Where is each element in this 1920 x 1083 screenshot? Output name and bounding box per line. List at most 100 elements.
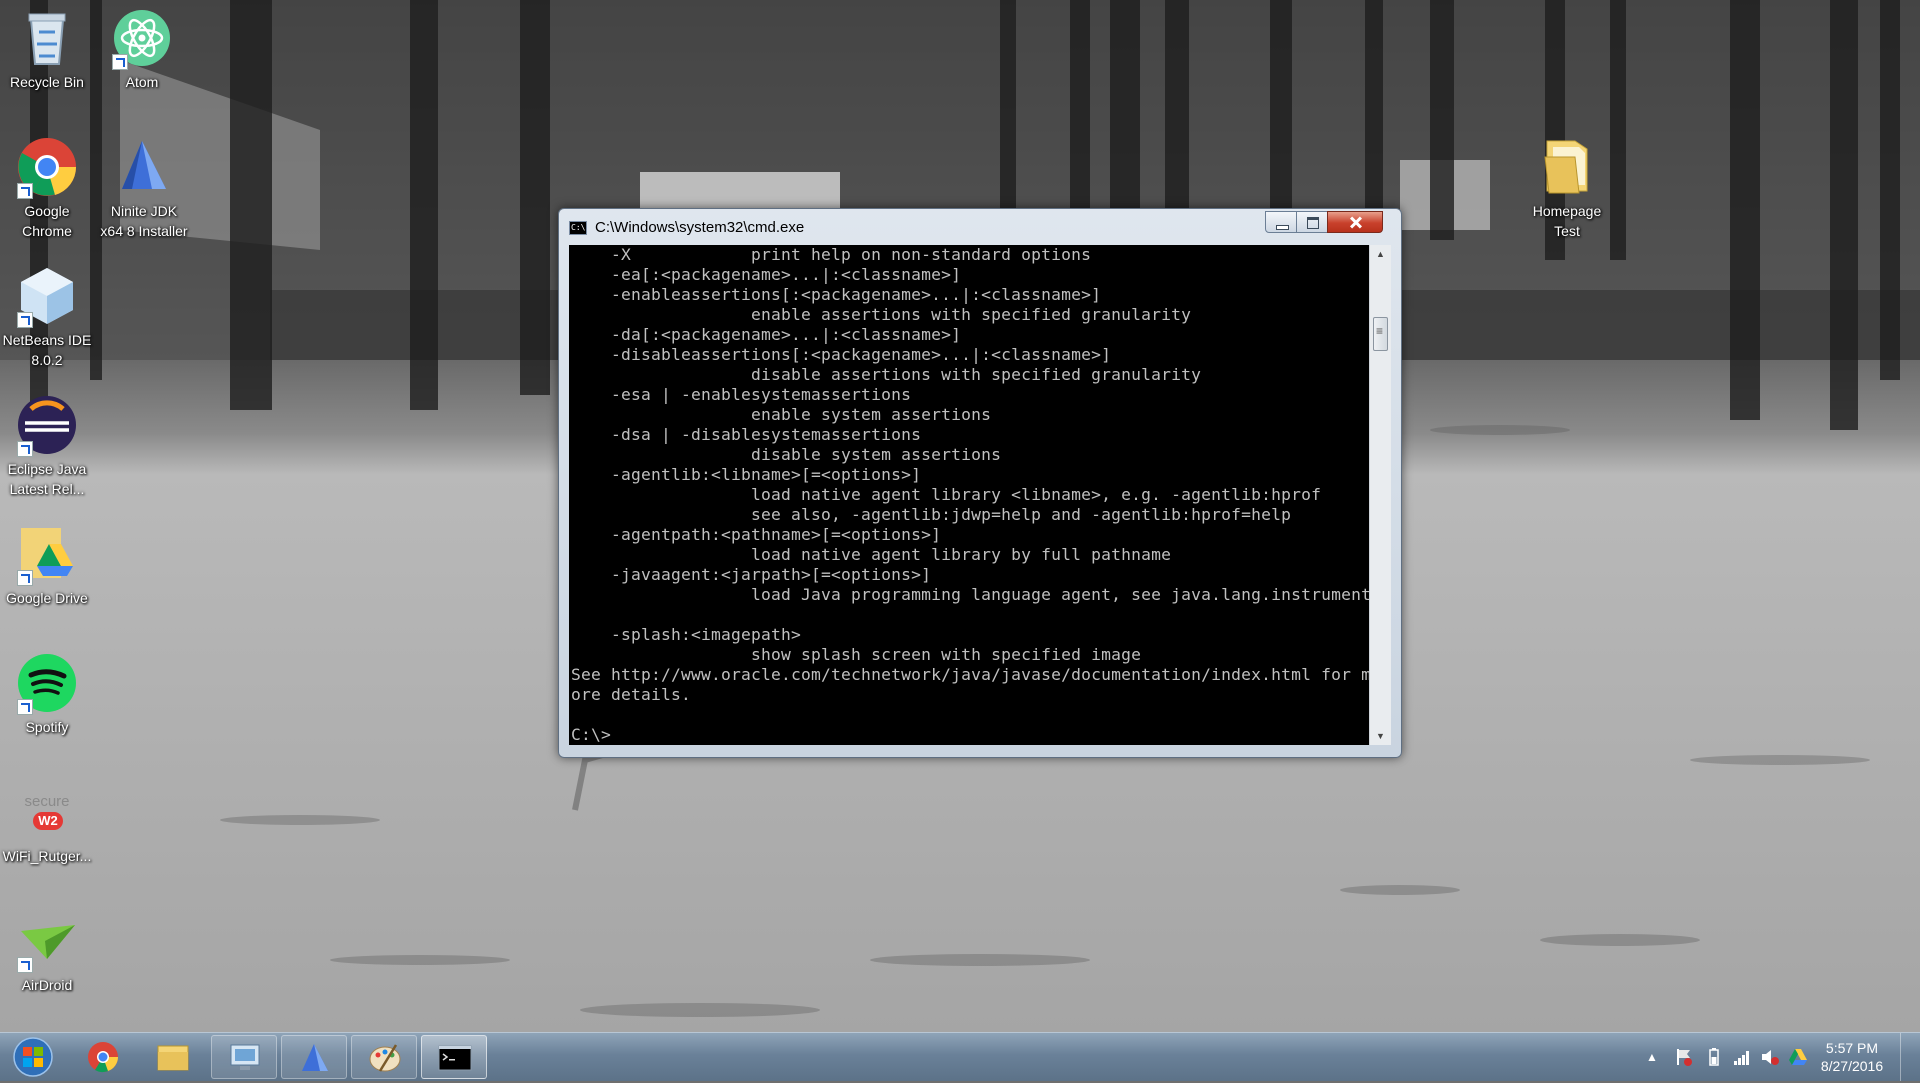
console-output[interactable]: -X print help on non-standard options -e… [569, 245, 1369, 745]
console-line: load native agent library by full pathna… [571, 545, 1172, 564]
desktop-icon-label: Spotify [25, 719, 69, 735]
console-line: see also, -agentlib:jdwp=help and -agent… [571, 505, 1292, 524]
taskbar-chrome[interactable] [70, 1035, 136, 1079]
recycle-bin-icon [15, 6, 79, 70]
desktop-icon-google-drive[interactable]: Google Drive [0, 522, 95, 608]
console-line: -disableassertions[:<packagename>...|:<c… [571, 345, 1112, 364]
desktop-icon-label: Atom [125, 74, 159, 90]
eclipse-icon [15, 393, 79, 457]
network-signal-icon[interactable] [1732, 1047, 1752, 1067]
show-hidden-icons-chevron-icon[interactable]: ▲ [1642, 1047, 1662, 1067]
cmd-window[interactable]: C:\ C:\Windows\system32\cmd.exe -X print… [558, 208, 1402, 758]
chrome-icon [88, 1042, 118, 1073]
console-line: enable assertions with specified granula… [571, 305, 1192, 324]
taskbar-ninite[interactable] [281, 1035, 347, 1079]
ninite-icon [302, 1044, 328, 1071]
vertical-scrollbar[interactable]: ▲ ▼ [1369, 245, 1391, 745]
console-line: See http://www.oracle.com/technetwork/ja… [571, 665, 1369, 684]
cmd-icon [438, 1045, 472, 1071]
secure-w2-logo-text: secure [24, 793, 70, 810]
secure-w2-logo-icon: secure W2 [15, 780, 79, 844]
desktop-icon-spotify[interactable]: Spotify [0, 651, 95, 737]
desktop-icon-label: Homepage Test [1532, 203, 1602, 239]
chrome-icon [15, 135, 79, 199]
shortcut-arrow-icon [17, 957, 33, 973]
secure-w2-badge: W2 [33, 812, 63, 830]
taskbar-paint[interactable] [351, 1035, 417, 1079]
console-line: -agentpath:<pathname>[=<options>] [571, 525, 942, 544]
desktop-icon-ninite-jdk[interactable]: Ninite JDK x64 8 Installer [94, 135, 194, 241]
taskbar-file-explorer[interactable] [140, 1035, 206, 1079]
desktop-icon-netbeans[interactable]: NetBeans IDE 8.0.2 [0, 264, 95, 370]
scrollbar-thumb[interactable] [1373, 317, 1388, 351]
desktop-icon-label: Ninite JDK x64 8 Installer [100, 203, 188, 239]
clock-date: 8/27/2016 [1820, 1058, 1884, 1074]
atom-icon [110, 6, 174, 70]
console-line: -javaagent:<jarpath>[=<options>] [571, 565, 932, 584]
ninite-icon [112, 135, 176, 199]
console-line: enable system assertions [571, 405, 992, 424]
battery-icon[interactable] [1704, 1047, 1724, 1067]
close-button[interactable] [1327, 211, 1383, 233]
console-line: disable assertions with specified granul… [571, 365, 1202, 384]
netbeans-icon [15, 264, 79, 328]
taskbar: ▲ 5:57 PM 8/27/2016 [0, 1032, 1920, 1081]
window-titlebar[interactable]: C:\ C:\Windows\system32\cmd.exe [559, 209, 1401, 245]
action-center-flag-icon[interactable] [1674, 1047, 1694, 1067]
console-text: -X print help on non-standard options -e… [569, 245, 1369, 745]
folder-icon [1535, 135, 1599, 199]
desktop-icon-eclipse[interactable]: Eclipse Java Latest Rel... [0, 393, 95, 499]
console-line: -enableassertions[:<packagename>...|:<cl… [571, 285, 1102, 304]
desktop-icon-airdroid[interactable]: AirDroid [0, 909, 95, 995]
console-line: disable system assertions [571, 445, 1002, 464]
window-title: C:\Windows\system32\cmd.exe [595, 219, 805, 236]
google-drive-tray-icon[interactable] [1788, 1047, 1808, 1067]
minimize-button[interactable] [1265, 211, 1297, 233]
show-desktop-button[interactable] [1900, 1033, 1920, 1081]
control-panel-icon [230, 1044, 260, 1070]
scroll-down-arrow-icon[interactable]: ▼ [1370, 727, 1391, 745]
airdroid-icon [15, 909, 79, 973]
taskbar-cmd[interactable] [421, 1035, 487, 1079]
paint-palette-icon [369, 1044, 401, 1072]
console-line: C:\> [571, 725, 612, 744]
console-line: show splash screen with specified image [571, 645, 1142, 664]
volume-muted-icon[interactable] [1760, 1047, 1780, 1067]
spotify-icon [15, 651, 79, 715]
console-line: -ea[:<packagename>...|:<classname>] [571, 265, 962, 284]
desktop-icon-google-chrome[interactable]: Google Chrome [0, 135, 95, 241]
desktop-icon-homepage-test[interactable]: Homepage Test [1519, 135, 1615, 241]
windows-orb-icon [13, 1037, 53, 1077]
console-line: load native agent library <libname>, e.g… [571, 485, 1322, 504]
taskbar-clock[interactable]: 5:57 PM 8/27/2016 [1814, 1039, 1890, 1075]
desktop-icon-recycle-bin[interactable]: Recycle Bin [0, 6, 95, 92]
desktop-icon-wifi-rutgers[interactable]: secure W2 WiFi_Rutger... [0, 780, 95, 866]
console-line: load Java programming language agent, se… [571, 585, 1369, 604]
console-line: -X print help on non-standard options [571, 245, 1092, 264]
taskbar-control-panel[interactable] [211, 1035, 277, 1079]
desktop-icon-label: Google Chrome [22, 203, 72, 239]
shortcut-arrow-icon [17, 570, 33, 586]
scroll-up-arrow-icon[interactable]: ▲ [1370, 245, 1391, 263]
console-line: -da[:<packagename>...|:<classname>] [571, 325, 962, 344]
folder-icon [157, 1045, 189, 1071]
shortcut-arrow-icon [17, 312, 33, 328]
maximize-button[interactable] [1296, 211, 1328, 233]
shortcut-arrow-icon [17, 441, 33, 457]
shortcut-arrow-icon [17, 699, 33, 715]
console-line: -agentlib:<libname>[=<options>] [571, 465, 922, 484]
cmd-window-icon[interactable]: C:\ [569, 221, 587, 235]
desktop-icon-label: AirDroid [21, 977, 73, 993]
console-line: -esa | -enablesystemassertions [571, 385, 912, 404]
start-button[interactable] [8, 1036, 58, 1078]
desktop-icon-label: Eclipse Java Latest Rel... [7, 461, 87, 497]
shortcut-arrow-icon [17, 183, 33, 199]
desktop-icon-label: NetBeans IDE 8.0.2 [2, 332, 92, 368]
console-line: -splash:<imagepath> [571, 625, 802, 644]
desktop-icon-atom[interactable]: Atom [94, 6, 190, 92]
desktop-icon-label: WiFi_Rutger... [2, 848, 92, 864]
console-line: ore details. [571, 685, 692, 704]
desktop-icon-label: Google Drive [6, 590, 88, 606]
